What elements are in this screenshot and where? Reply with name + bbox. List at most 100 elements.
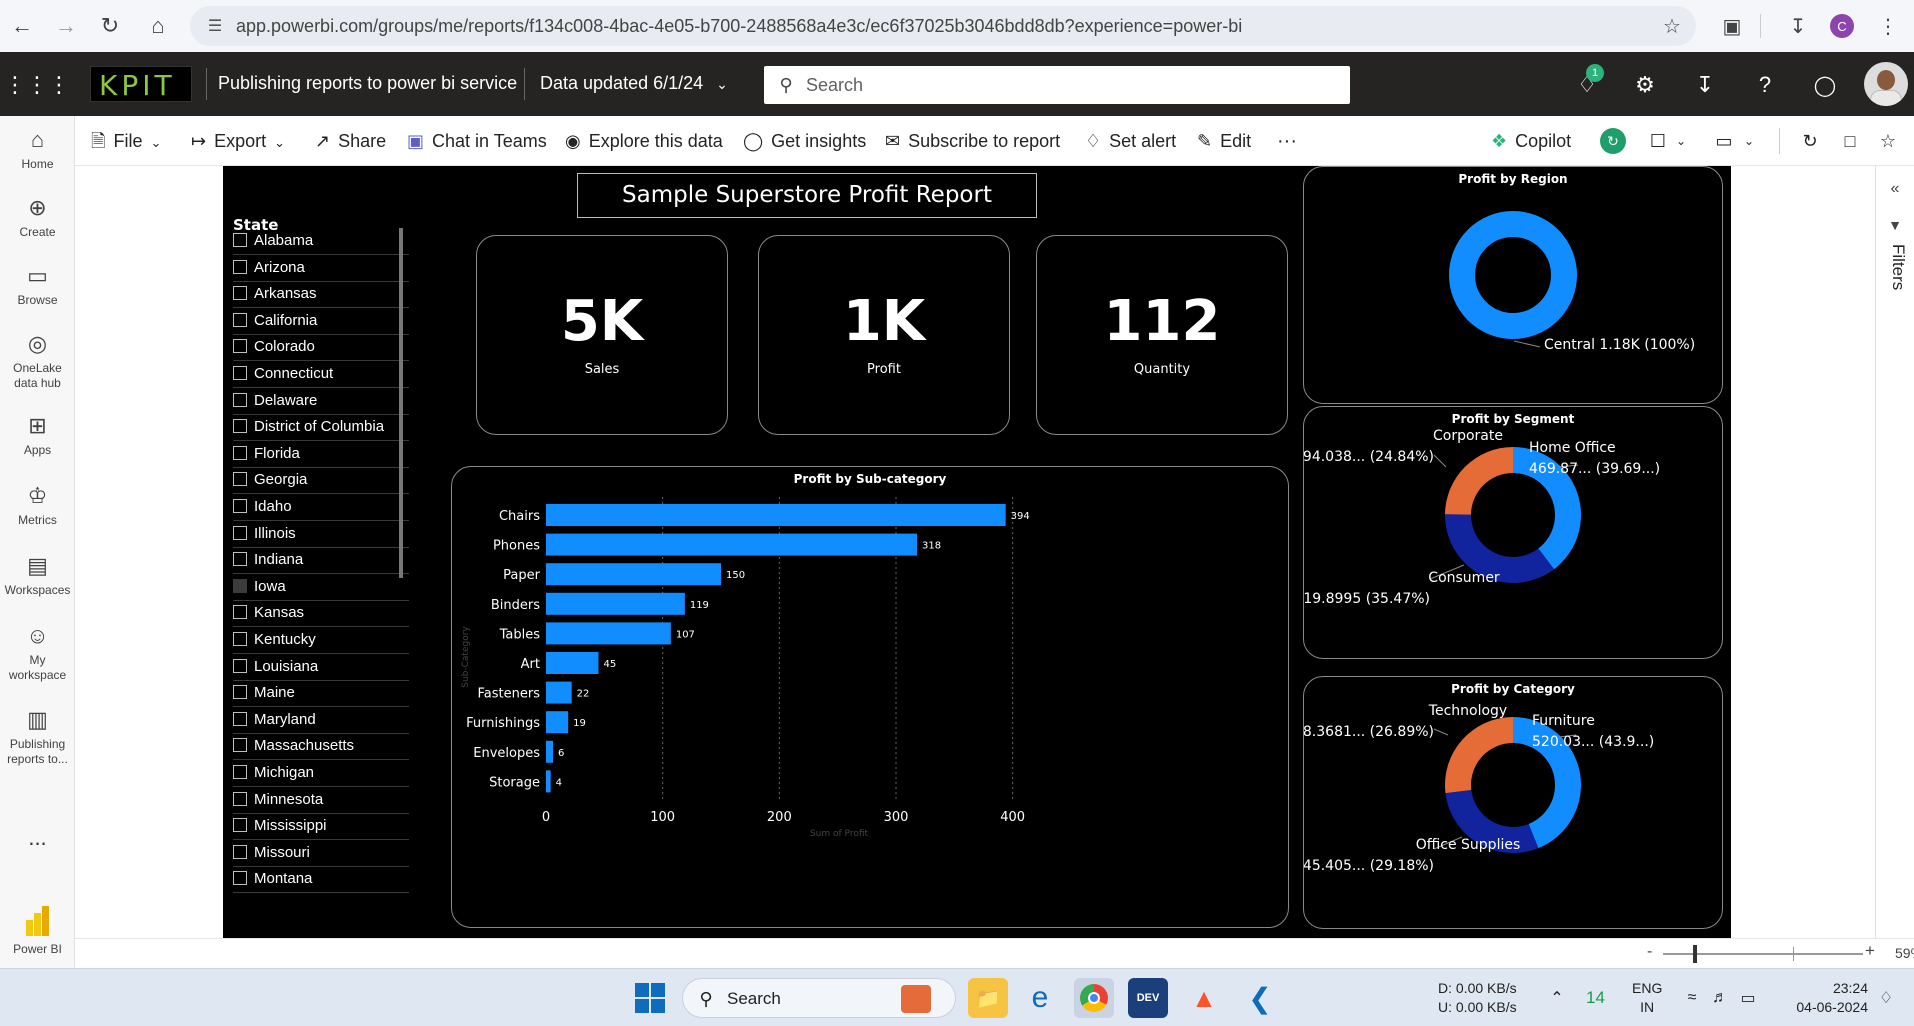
profit-by-region-chart[interactable]: Profit by Region Central 1.18K (100%) — [1303, 166, 1723, 404]
search-input[interactable]: ⚲ Search — [764, 66, 1350, 104]
filters-pane[interactable]: « ▼ Filters — [1875, 166, 1914, 938]
edge-icon[interactable]: e — [1020, 978, 1060, 1018]
report-name[interactable]: Publishing reports to power bi service — [218, 73, 517, 94]
checkbox[interactable] — [233, 366, 247, 380]
settings-gear-icon[interactable]: ⚙ — [1630, 70, 1660, 100]
chevron-down-icon[interactable]: ⌄ — [1739, 128, 1759, 154]
nav-item-0[interactable]: ⌂ Home — [0, 126, 75, 172]
file-menu[interactable]: 🗎 File ⌄ — [91, 116, 161, 166]
more-options-button[interactable]: ··· — [1277, 116, 1297, 166]
checkbox[interactable] — [233, 525, 247, 540]
checkbox[interactable] — [233, 339, 247, 354]
data-updated[interactable]: Data updated 6/1/24 ⌄ — [540, 73, 728, 94]
slicer-item[interactable]: Louisiana — [233, 654, 409, 681]
slicer-item[interactable]: Idaho — [233, 494, 409, 521]
slicer-item[interactable]: Maine — [233, 680, 409, 708]
clock[interactable]: 23:24 04-06-2024 — [1782, 979, 1868, 1017]
nav-item-6[interactable]: ▤ Workspaces — [0, 552, 75, 598]
profit-by-category-chart[interactable]: Profit by Category Furniture 520.03... (43… — [1285, 676, 1723, 929]
download-icon[interactable]: ↧ — [1690, 70, 1720, 100]
language-indicator[interactable]: ENG IN — [1632, 979, 1662, 1017]
nav-item-8[interactable]: ▥ Publishing reports to... — [0, 706, 75, 767]
vscode-icon[interactable]: ❮ — [1240, 978, 1280, 1018]
powerbi-home-link[interactable]: Power BI — [0, 906, 75, 956]
slicer-item[interactable]: District of Columbia — [233, 414, 409, 442]
download-icon[interactable]: ↧ — [1782, 10, 1814, 42]
checkbox[interactable] — [233, 738, 247, 753]
windows-start-icon[interactable] — [630, 978, 670, 1018]
chevron-up-icon[interactable]: ⌃ — [1546, 987, 1568, 1009]
extensions-icon[interactable]: ▣ — [1716, 10, 1748, 42]
slicer-item[interactable]: Kentucky — [233, 627, 409, 654]
edit-button[interactable]: ✎ Edit — [1197, 116, 1251, 166]
slicer-item[interactable]: Indiana — [233, 547, 409, 575]
zoom-percent[interactable]: 59% — [1895, 945, 1914, 961]
slicer-item[interactable]: Maryland — [233, 707, 409, 734]
refresh-visual-icon[interactable]: ↻ — [1600, 128, 1626, 154]
chevron-down-icon[interactable]: ⌄ — [1671, 128, 1691, 154]
browser-menu-icon[interactable]: ⋮ — [1872, 10, 1904, 42]
profile-avatar[interactable]: C — [1830, 14, 1854, 38]
checkbox[interactable] — [233, 419, 247, 434]
checkbox[interactable] — [233, 552, 247, 567]
taskbar-search[interactable]: ⚲ Search — [682, 978, 956, 1018]
site-info-icon[interactable]: ☰ — [204, 15, 226, 37]
reload-icon[interactable]: ↻ — [94, 10, 126, 42]
checkbox[interactable] — [233, 392, 247, 407]
slicer-item[interactable]: Florida — [233, 441, 409, 468]
nav-item-5[interactable]: ♔ Metrics — [0, 482, 75, 528]
slicer-item[interactable]: Minnesota — [233, 787, 409, 814]
checkbox[interactable] — [233, 233, 247, 247]
battery-icon[interactable]: ▭ — [1736, 987, 1760, 1009]
checkbox[interactable] — [233, 445, 247, 460]
share-button[interactable]: ↗ Share — [315, 116, 386, 166]
slicer-item[interactable]: Arkansas — [233, 281, 409, 309]
checkbox[interactable] — [233, 472, 247, 487]
help-icon[interactable]: ? — [1750, 70, 1780, 100]
wifi-icon[interactable]: ≈ — [1680, 987, 1704, 1009]
checkbox[interactable] — [233, 312, 247, 327]
slicer-item[interactable]: Georgia — [233, 467, 409, 495]
slicer-item[interactable]: Colorado — [233, 334, 409, 362]
subscribe-button[interactable]: ✉ Subscribe to report — [885, 116, 1060, 166]
nav-item-1[interactable]: ⊕ Create — [0, 194, 75, 240]
address-bar[interactable]: ☰ app.powerbi.com/groups/me/reports/f134… — [190, 6, 1696, 46]
volume-icon[interactable]: ♬ — [1708, 987, 1732, 1009]
slicer-item[interactable]: Massachusetts — [233, 733, 409, 761]
nav-item-7[interactable]: ☺ My workspace — [0, 622, 75, 683]
checkbox[interactable] — [233, 578, 247, 593]
slicer-item[interactable]: Montana — [233, 866, 409, 894]
comment-icon[interactable]: □ — [1837, 128, 1863, 154]
slicer-scrollbar[interactable] — [399, 228, 403, 578]
collapse-chevron-icon[interactable]: « — [1884, 178, 1906, 200]
explore-data-button[interactable]: ◉ Explore this data — [565, 116, 723, 166]
home-button-icon[interactable]: ⌂ — [142, 10, 174, 42]
more-nav-icon[interactable]: ... — [0, 825, 75, 850]
chat-in-teams-button[interactable]: ▣ Chat in Teams — [407, 116, 547, 166]
slicer-item[interactable]: Missouri — [233, 840, 409, 867]
state-slicer[interactable]: State Alabama Arizona Arkansas California Co… — [223, 216, 419, 938]
app-launcher-icon[interactable]: ⋮⋮⋮ — [4, 70, 70, 100]
checkbox[interactable] — [233, 818, 247, 833]
slicer-item[interactable]: Illinois — [233, 521, 409, 548]
zoom-in-button[interactable]: + — [1865, 941, 1875, 961]
back-icon[interactable]: ← — [6, 10, 38, 42]
bookmark-icon[interactable]: ☐ — [1645, 128, 1671, 154]
user-avatar[interactable] — [1864, 62, 1908, 106]
checkbox[interactable] — [233, 605, 247, 620]
export-menu[interactable]: ↦ Export ⌄ — [191, 116, 285, 166]
profit-by-subcategory-chart[interactable]: Profit by Sub-category 0 100 200 300 400 Sum o… — [451, 466, 1289, 928]
checkbox[interactable] — [233, 658, 247, 673]
nav-item-4[interactable]: ⊞ Apps — [0, 412, 75, 458]
slicer-item[interactable]: Iowa — [233, 574, 409, 601]
brave-icon[interactable]: ▲ — [1184, 978, 1224, 1018]
file-explorer-icon[interactable]: 📁 — [968, 978, 1008, 1018]
slicer-item[interactable]: Connecticut — [233, 361, 409, 388]
slicer-item[interactable]: Kansas — [233, 600, 409, 628]
favorite-star-icon[interactable]: ☆ — [1875, 128, 1901, 154]
checkbox[interactable] — [233, 844, 247, 859]
forward-icon[interactable]: → — [50, 10, 82, 42]
chrome-icon[interactable] — [1074, 978, 1114, 1018]
checkbox[interactable] — [233, 499, 247, 513]
checkbox[interactable] — [233, 259, 247, 274]
